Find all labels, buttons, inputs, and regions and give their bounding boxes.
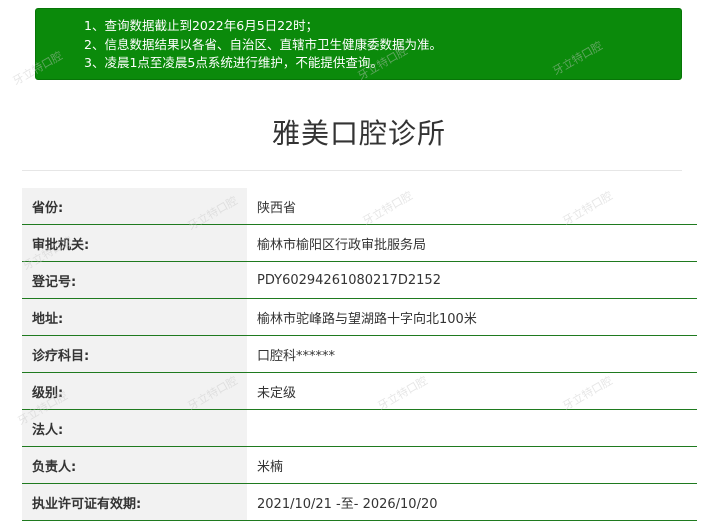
table-row: 负责人: 米楠 bbox=[22, 447, 697, 484]
row-label: 审批机关: bbox=[22, 225, 247, 261]
table-row: 登记号: PDY60294261080217D2152 bbox=[22, 262, 697, 299]
notice-line-1: 1、查询数据截止到2022年6月5日22时； bbox=[84, 18, 319, 33]
row-value: 口腔科****** bbox=[247, 336, 697, 372]
info-table: 省份: 陕西省 审批机关: 榆林市榆阳区行政审批服务局 登记号: PDY6029… bbox=[22, 188, 697, 521]
notice-line-3: 3、凌晨1点至凌晨5点系统进行维护，不能提供查询。 bbox=[84, 55, 383, 70]
page-title: 雅美口腔诊所 bbox=[271, 117, 446, 150]
row-label: 执业许可证有效期: bbox=[22, 484, 247, 520]
row-label: 级别: bbox=[22, 373, 247, 409]
notice-banner: 1、查询数据截止到2022年6月5日22时； 2、信息数据结果以各省、自治区、直… bbox=[35, 8, 682, 80]
row-value: 陕西省 bbox=[247, 188, 697, 224]
row-value bbox=[247, 410, 697, 446]
table-row: 执业许可证有效期: 2021/10/21 -至- 2026/10/20 bbox=[22, 484, 697, 521]
row-value: 2021/10/21 -至- 2026/10/20 bbox=[247, 484, 697, 520]
row-label: 登记号: bbox=[22, 262, 247, 298]
row-value: 榆林市榆阳区行政审批服务局 bbox=[247, 225, 697, 261]
row-label: 法人: bbox=[22, 410, 247, 446]
row-label: 省份: bbox=[22, 188, 247, 224]
row-value: 米楠 bbox=[247, 447, 697, 483]
table-row: 审批机关: 榆林市榆阳区行政审批服务局 bbox=[22, 225, 697, 262]
row-value: 榆林市驼峰路与望湖路十字向北100米 bbox=[247, 299, 697, 335]
table-row: 级别: 未定级 bbox=[22, 373, 697, 410]
table-row: 省份: 陕西省 bbox=[22, 188, 697, 225]
table-row: 地址: 榆林市驼峰路与望湖路十字向北100米 bbox=[22, 299, 697, 336]
row-label: 诊疗科目: bbox=[22, 336, 247, 372]
notice-line-2: 2、信息数据结果以各省、自治区、直辖市卫生健康委数据为准。 bbox=[84, 36, 442, 52]
table-row: 诊疗科目: 口腔科****** bbox=[22, 336, 697, 373]
row-label: 地址: bbox=[22, 299, 247, 335]
row-label: 负责人: bbox=[22, 447, 247, 483]
row-value: 未定级 bbox=[247, 373, 697, 409]
title-divider bbox=[22, 170, 682, 171]
row-value: PDY60294261080217D2152 bbox=[247, 262, 697, 298]
page: 1、查询数据截止到2022年6月5日22时； 2、信息数据结果以各省、自治区、直… bbox=[0, 0, 718, 528]
table-row: 法人: bbox=[22, 410, 697, 447]
